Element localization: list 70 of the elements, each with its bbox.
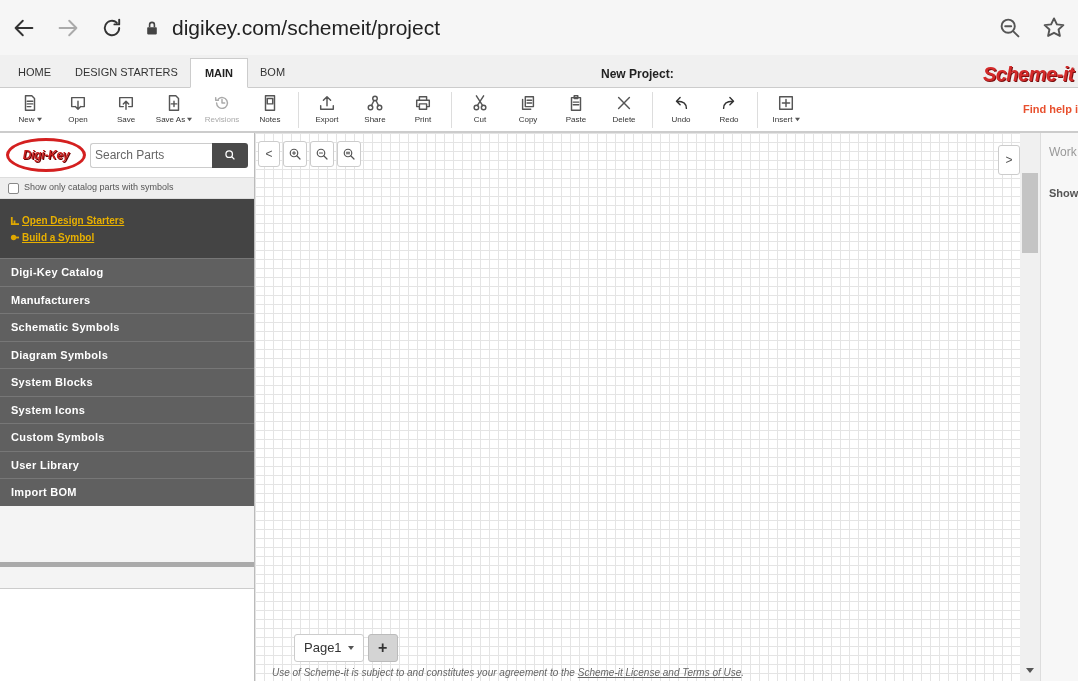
zoom-out-button[interactable]	[310, 141, 334, 167]
category-item[interactable]: User Library	[0, 450, 254, 478]
search-icon	[223, 148, 237, 162]
zoom-fit-icon	[341, 146, 357, 162]
toolbar-button[interactable]: Notes	[246, 88, 294, 131]
copy-icon	[519, 93, 537, 112]
add-page-button[interactable]: +	[367, 634, 398, 662]
checkbox-label: Show only catalog parts with symbols	[24, 181, 174, 195]
plug-icon	[10, 232, 19, 242]
url-text[interactable]: digikey.com/schemeit/project	[172, 11, 441, 44]
search-button[interactable]	[212, 142, 248, 168]
toolbar-button[interactable]: Share	[351, 88, 399, 131]
toolbar-button[interactable]: Redo	[705, 88, 753, 131]
caret-icon	[794, 117, 800, 122]
toolbar-button[interactable]: New	[6, 88, 54, 131]
panel-item: Show	[1049, 186, 1078, 201]
caret-icon	[36, 117, 42, 122]
upload-icon	[318, 93, 336, 112]
toolbar-button[interactable]: Print	[399, 88, 447, 131]
tab[interactable]: BOM	[248, 57, 298, 87]
page-dropdown[interactable]: Page1	[294, 634, 364, 662]
brand-logo: Scheme-it	[982, 62, 1074, 87]
caret-icon	[347, 646, 354, 650]
caret-icon	[187, 117, 193, 122]
scissors-icon	[471, 93, 489, 112]
scrollbar-thumb[interactable]	[1022, 173, 1038, 253]
sidebar-link[interactable]: Build a Symbol	[22, 229, 95, 245]
collapse-sidebar-button[interactable]: <	[258, 141, 280, 167]
category-item[interactable]: System Icons	[0, 395, 254, 423]
tab[interactable]: HOME	[6, 57, 63, 87]
star-icon	[1042, 15, 1066, 40]
zoom-in-icon	[287, 146, 303, 162]
category-item[interactable]: Custom Symbols	[0, 423, 254, 451]
toolbar-button[interactable]: Cut	[456, 88, 504, 131]
digikey-logo[interactable]: Digi-Key	[6, 138, 86, 172]
category-item[interactable]: Diagram Symbols	[0, 340, 254, 368]
category-item[interactable]: Digi-Key Catalog	[0, 258, 254, 286]
tab[interactable]: DESIGN STARTERS	[63, 57, 190, 87]
sidebar-link[interactable]: Open Design Starters	[22, 212, 125, 228]
toolbar-button[interactable]: Insert	[762, 88, 810, 131]
lock-icon	[144, 19, 160, 36]
printer-icon	[414, 93, 432, 112]
tab[interactable]: MAIN	[189, 58, 248, 88]
expand-panel-button[interactable]: >	[998, 145, 1020, 175]
zoom-fit-button[interactable]	[337, 141, 361, 167]
hierarchy-icon	[10, 215, 19, 225]
category-item[interactable]: Import BOM	[0, 478, 254, 506]
project-title: New Project:	[601, 66, 674, 83]
category-item[interactable]: System Blocks	[0, 368, 254, 396]
toolbar-button[interactable]: Save As	[150, 88, 198, 131]
zoom-in-button[interactable]	[283, 141, 307, 167]
toolbar-button[interactable]: Copy	[504, 88, 552, 131]
bookmark-button[interactable]	[1042, 15, 1066, 40]
toolbar-button[interactable]: Open	[54, 88, 102, 131]
toolbar-button[interactable]: Export	[303, 88, 351, 131]
zoom-out-icon	[314, 146, 330, 162]
share-nodes-icon	[366, 93, 384, 112]
square-plus-icon	[777, 93, 795, 112]
checkbox[interactable]	[8, 182, 19, 194]
toolbar-button[interactable]: Save	[102, 88, 150, 131]
toolbar-button[interactable]: Paste	[552, 88, 600, 131]
category-item[interactable]: Schematic Symbols	[0, 313, 254, 341]
help-link[interactable]: Find help i	[1023, 101, 1078, 118]
search-field[interactable]: Search Parts	[90, 142, 212, 168]
category-item[interactable]: Manufacturers	[0, 285, 254, 313]
toolbar-button[interactable]: Delete	[600, 88, 648, 131]
terms-notice: Use of Scheme-it is subject to and constitutes your agreement to the Scheme-it License and Terms of Use.	[272, 666, 745, 680]
panel-title: Work	[1049, 144, 1078, 161]
toolbar-button[interactable]: Undo	[657, 88, 705, 131]
splitter-handle[interactable]	[0, 561, 254, 567]
